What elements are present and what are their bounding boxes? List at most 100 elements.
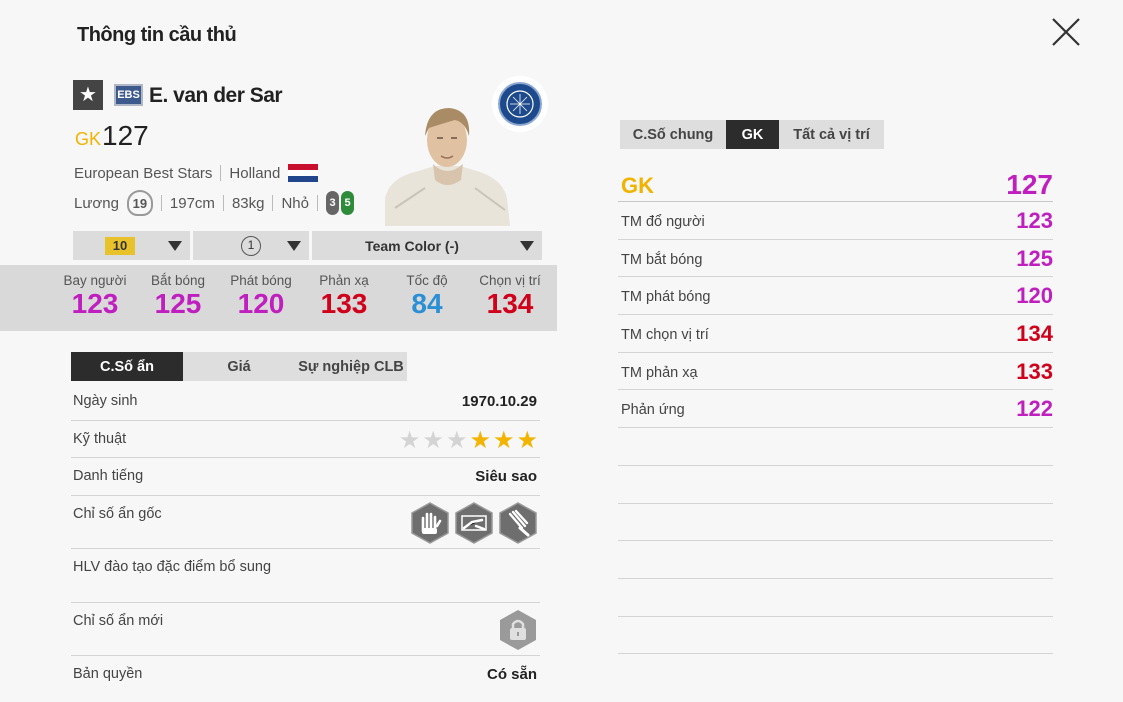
star-icon: ★ [469,427,491,454]
stat-item: Tốc độ 84 [386,273,468,320]
tab-price[interactable]: Giá [183,352,295,381]
list-item: HLV đào tạo đặc điểm bổ sung [71,549,540,603]
level-value: 10 [105,236,135,255]
stat-value: 125 [1016,245,1053,271]
stat-item: Bắt bóng 125 [137,273,219,320]
license-label: Bản quyền [73,666,143,682]
netherlands-flag-icon [288,164,319,182]
chevron-down-icon [520,240,534,251]
level-select[interactable]: 10 [73,231,190,260]
catch-icon[interactable] [498,502,538,544]
key-stats-band: Bay người 123 Bắt bóng 125 Phát bóng 120… [0,265,557,331]
player-position: GK [75,129,102,149]
close-icon [1052,18,1080,46]
gk-label: GK [621,173,654,198]
foot-icon: 3 5 [326,191,354,215]
lock-icon[interactable] [498,609,538,651]
table-row: TM phản xạ 133 [618,353,1053,391]
empty-row [618,428,1053,466]
season-badge: EBS [114,84,143,106]
star-icon: ★ [516,427,538,454]
tab-general-stats[interactable]: C.Số chung [620,120,726,149]
table-row: TM chọn vị trí 134 [618,315,1053,353]
gk-stats-list: TM đổ người 123 TM bắt bóng 125 TM phát … [618,202,1053,655]
weight: 83kg [231,194,265,212]
stat-label: TM phản xạ [621,364,698,381]
skill-label: Kỹ thuật [73,431,127,447]
club-logo [492,76,548,132]
stat-value: 133 [1016,358,1053,384]
right-foot-value: 5 [341,191,354,215]
left-foot-value: 3 [326,191,339,215]
list-item: Chỉ số ẩn gốc [71,496,540,549]
stat-item: Bay người 123 [54,273,136,320]
stat-label: Tốc độ [406,273,448,288]
trait-icons [410,502,538,544]
tab-all-positions[interactable]: Tất cả vị trí [779,120,884,149]
stat-value: 134 [486,288,534,319]
fame-label: Danh tiếng [73,468,144,484]
stat-value: 123 [71,288,119,319]
empty-row [618,579,1053,617]
hidden-stats-label: Chỉ số ẩn gốc [73,506,162,522]
divider [272,195,274,211]
player-ovr: 127 [102,120,149,151]
stat-value: 125 [154,288,202,319]
dive-icon[interactable] [454,502,494,544]
empty-row [618,541,1053,579]
star-icon: ★ [422,427,444,454]
stat-label: Phản ứng [621,402,685,419]
chevron-down-icon [168,240,182,251]
stat-value: 134 [1016,321,1053,347]
table-row: Phản ứng 122 [618,390,1053,429]
stat-label: Bắt bóng [150,273,206,288]
table-row: TM đổ người 123 [618,202,1053,240]
tab-gk[interactable]: GK [726,120,779,149]
divider [317,195,318,211]
left-tabs: C.Số ẩn Giá Sự nghiệp CLB [71,352,407,381]
salary-badge: 19 [126,190,153,216]
tab-club-career[interactable]: Sự nghiệp CLB [295,352,407,381]
stat-value: 120 [1016,283,1053,309]
stat-item: Phát bóng 120 [220,273,302,320]
team-color-value: Team Color (-) [365,237,459,254]
stat-label: Phát bóng [230,273,292,288]
list-item: Kỹ thuật ★ ★ ★ ★ ★ ★ [71,421,540,458]
list-item: Bản quyền Có sẵn [71,656,540,692]
star-icon: ★ [445,427,468,454]
empty-row [618,617,1053,655]
body-type: Nhỏ [281,194,309,212]
list-item: Chỉ số ẩn mới [71,603,540,656]
stat-value: 84 [411,288,443,319]
stat-label: TM đổ người [621,214,705,230]
star-icon: ★ [73,80,103,110]
fame-value: Siêu sao [475,468,537,485]
list-item: Danh tiếng Siêu sao [71,458,540,496]
stat-label: TM bắt bóng [621,251,703,268]
salary-label: Lương [74,194,119,212]
stat-item: Phản xạ 133 [303,273,385,320]
divider [220,165,222,181]
birth-value: 1970.10.29 [461,393,537,410]
divider [222,195,224,211]
stat-value: 122 [1016,396,1053,422]
trait-select[interactable]: 1 [193,231,309,260]
list-item: Ngày sinh 1970.10.29 [71,383,540,421]
stat-item: Chọn vị trí 134 [469,273,551,320]
player-meta-team: European Best Stars Holland [74,164,319,182]
table-row: TM bắt bóng 125 [618,240,1053,278]
team-color-select[interactable]: Team Color (-) [312,231,542,260]
option-selectors: 10 1 Team Color (-) [73,231,542,260]
coach-label: HLV đào tạo đặc điểm bổ sung [73,559,272,575]
player-name: E. van der Sar [149,84,283,107]
tab-hidden-stats[interactable]: C.Số ẩn [71,352,183,381]
glove-icon[interactable] [410,502,450,544]
close-button[interactable] [1050,16,1082,48]
page-title: Thông tin cầu thủ [77,24,237,46]
license-value: Có sẵn [486,666,537,683]
empty-row [618,466,1053,504]
gk-overall-row: GK 127 [618,169,1053,202]
stat-label: TM phát bóng [621,289,711,306]
skill-stars: ★ ★ ★ ★ ★ ★ [399,429,538,453]
height: 197cm [169,194,215,212]
